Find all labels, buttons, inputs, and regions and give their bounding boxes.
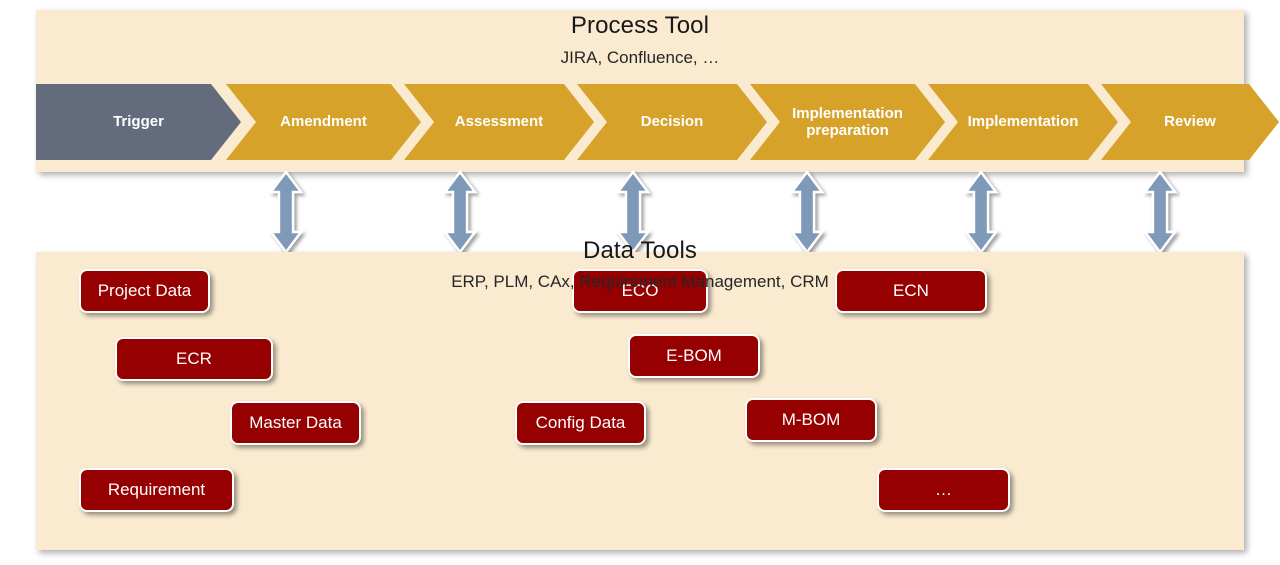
data-object-m-bom[interactable]: M-BOM — [745, 398, 877, 442]
process-stage-review[interactable]: Review — [1101, 84, 1279, 160]
diagram-canvas: Process Tool JIRA, Confluence, … Trigger… — [0, 0, 1280, 565]
process-tool-title: Process Tool — [570, 12, 710, 39]
data-object-master-data[interactable]: Master Data — [230, 401, 361, 445]
process-stage-label: Assessment — [454, 113, 544, 131]
process-stage-trigger[interactable]: Trigger — [36, 84, 241, 160]
data-object-ecr[interactable]: ECR — [115, 337, 273, 381]
process-stage-label: Implementation preparation — [792, 104, 903, 139]
data-object-label: E-BOM — [666, 346, 722, 365]
process-stage-implementation[interactable]: Implementation — [928, 84, 1118, 160]
process-stage-label: Decision — [640, 113, 704, 131]
data-object-label: … — [935, 480, 952, 499]
data-object-label: M-BOM — [781, 410, 841, 429]
data-object-requirement[interactable]: Requirement — [79, 468, 234, 512]
data-object-label: Config Data — [535, 413, 626, 432]
data-object-label: Requirement — [107, 480, 206, 499]
data-tools-title: Data Tools — [583, 237, 697, 264]
data-object-label: Master Data — [249, 413, 342, 432]
process-stage-chevron-row: Trigger Amendment Assessment Decision Implem… — [36, 84, 1244, 160]
data-object-e-bom[interactable]: E-BOM — [628, 334, 760, 378]
process-stage-label: Review — [1164, 113, 1216, 131]
process-stage-label: Trigger — [113, 113, 164, 131]
process-stage-label: Amendment — [280, 113, 367, 131]
process-stage-decision[interactable]: Decision — [577, 84, 767, 160]
data-object-config-data[interactable]: Config Data — [515, 401, 646, 445]
process-stage-implementation-preparation[interactable]: Implementation preparation — [750, 84, 945, 160]
data-object-label: ECR — [176, 349, 212, 368]
process-stage-amendment[interactable]: Amendment — [226, 84, 421, 160]
process-tool-subtitle: JIRA, Confluence, … — [560, 48, 720, 67]
process-stage-label: Implementation — [967, 113, 1079, 131]
data-tools-subtitle: ERP, PLM, CAx, Requirement Management, C… — [451, 272, 829, 291]
process-stage-assessment[interactable]: Assessment — [404, 84, 594, 160]
data-object-ellipsis[interactable]: … — [877, 468, 1010, 512]
